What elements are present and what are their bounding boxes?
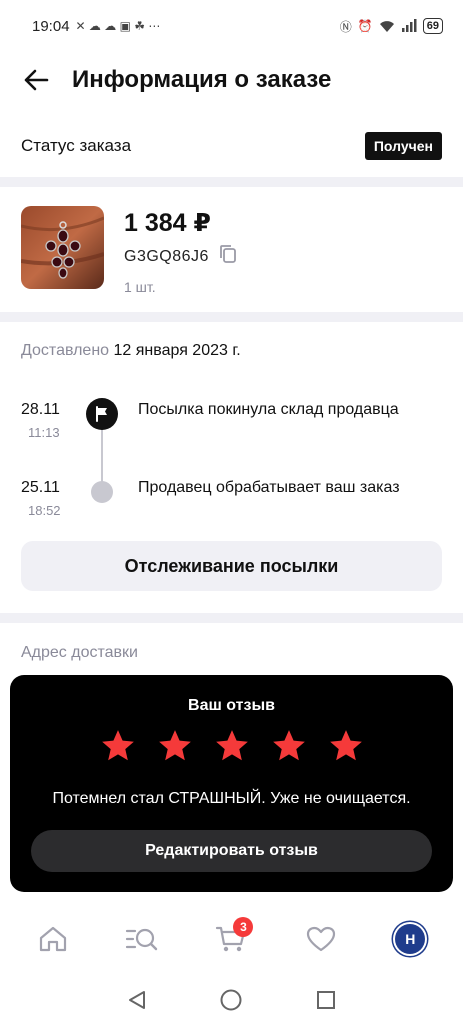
heart-icon — [306, 926, 335, 952]
avatar: Н — [395, 924, 426, 954]
nav-home[interactable] — [23, 909, 83, 969]
bottom-nav: 3 Н — [0, 905, 463, 973]
copy-icon — [220, 245, 236, 263]
cart-count-badge: 3 — [233, 917, 254, 937]
product-image[interactable] — [21, 206, 104, 289]
event-date: 25.11 — [21, 479, 60, 496]
home-circle-icon[interactable] — [219, 988, 243, 1012]
order-status-row: Статус заказа Получен — [0, 118, 463, 174]
event-description: Продавец обрабатывает ваш заказ — [138, 479, 400, 496]
nav-profile[interactable]: Н — [380, 909, 440, 969]
nfc-icon: Ⓝ — [339, 19, 352, 34]
review-text: Потемнел стал СТРАШНЫЙ. Уже не очищается… — [52, 790, 411, 807]
divider — [0, 177, 463, 187]
delivery-label: Доставлено — [21, 342, 110, 359]
delivery-address-label: Адрес доставки — [21, 644, 138, 661]
alarm-icon: ⏰ — [357, 19, 373, 33]
app-bar: Информация о заказе — [0, 52, 463, 108]
review-title: Ваш отзыв — [188, 697, 275, 714]
track-parcel-button[interactable]: Отслеживание посылки — [21, 541, 442, 591]
copy-button[interactable] — [219, 244, 237, 269]
flag-icon — [96, 406, 107, 422]
star-icon[interactable] — [270, 727, 308, 765]
nav-catalog[interactable] — [112, 909, 172, 969]
order-code: G3GQ86J6 — [124, 247, 209, 265]
nav-cart[interactable]: 3 — [201, 909, 261, 969]
status-bar: 19:04 ✕ ☁ ☁ ▣ ☘ ⋯ Ⓝ ⏰ 69 — [0, 0, 463, 52]
star-icon[interactable] — [156, 727, 194, 765]
edit-review-button[interactable]: Редактировать отзыв — [31, 830, 432, 872]
star-icon[interactable] — [213, 727, 251, 765]
event-description: Посылка покинула склад продавца — [138, 401, 399, 418]
star-icon[interactable] — [327, 727, 365, 765]
delivery-date: 12 января 2023 г. — [113, 342, 241, 359]
product-card[interactable]: 1 384 ₽ G3GQ86J6 1 шт. — [0, 192, 463, 310]
order-status-label: Статус заказа — [21, 136, 132, 155]
home-icon — [39, 926, 66, 952]
catalog-search-icon — [125, 928, 158, 951]
arrow-left-icon — [24, 69, 49, 91]
status-badge: Получен — [364, 132, 442, 160]
event-date: 28.11 — [21, 401, 60, 418]
recents-square-icon[interactable] — [315, 989, 337, 1011]
wifi-icon — [379, 21, 394, 32]
star-icon[interactable] — [99, 727, 137, 765]
nav-favorites[interactable] — [291, 909, 351, 969]
divider — [0, 613, 463, 623]
signal-icon — [401, 19, 417, 32]
review-panel: Ваш отзыв Потемнел стал СТРАШНЫЙ. Уже не… — [10, 675, 453, 892]
event-time: 11:13 — [28, 425, 60, 440]
product-price: 1 384 ₽ — [124, 209, 211, 237]
product-quantity: 1 шт. — [124, 279, 156, 295]
event-time: 18:52 — [28, 503, 61, 518]
delivery-info: Доставлено 12 января 2023 г. — [21, 342, 241, 360]
battery-indicator: 69 — [422, 18, 443, 34]
star-rating[interactable] — [10, 727, 453, 765]
timeline-dot-current — [86, 398, 118, 430]
tracking-event: 25.11 18:52 Продавец обрабатывает ваш за… — [0, 479, 463, 529]
clock: 19:04 — [32, 17, 70, 35]
divider — [0, 312, 463, 322]
back-triangle-icon[interactable] — [126, 989, 148, 1011]
back-button[interactable] — [0, 52, 72, 108]
notification-icons: ✕ ☁ ☁ ▣ ☘ ⋯ — [75, 19, 161, 33]
page-title: Информация о заказе — [72, 66, 332, 93]
timeline-dot — [91, 481, 113, 503]
system-nav-bar — [0, 975, 463, 1024]
tracking-event: 28.11 11:13 Посылка покинула склад прода… — [0, 398, 463, 451]
